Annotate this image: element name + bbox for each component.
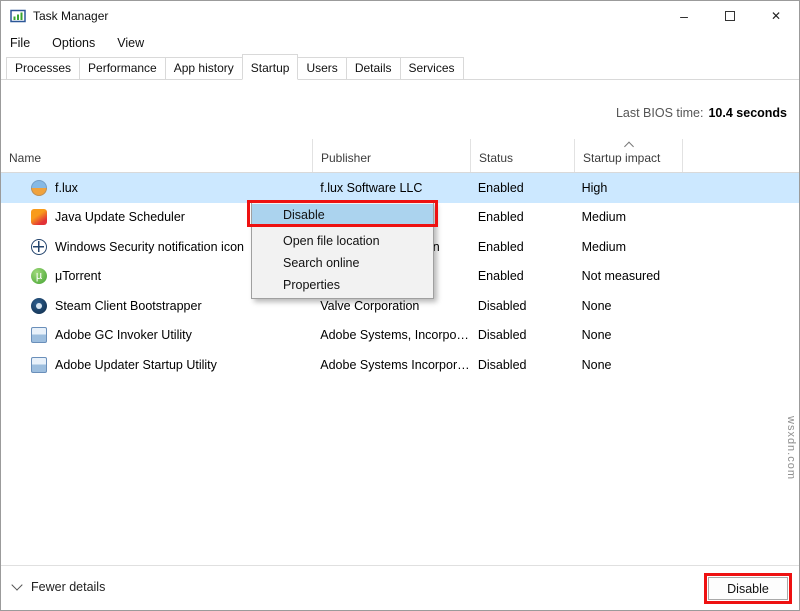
footer-bar: Fewer details Disable bbox=[1, 565, 799, 610]
row-name-label: Steam Client Bootstrapper bbox=[55, 299, 202, 313]
impact-cell: None bbox=[574, 321, 799, 351]
fewer-details-label: Fewer details bbox=[31, 580, 105, 594]
impact-cell: High bbox=[574, 173, 799, 203]
adobe-icon bbox=[31, 327, 47, 343]
column-header-name[interactable]: Name bbox=[1, 139, 313, 172]
utorrent-icon bbox=[31, 268, 47, 284]
flux-icon bbox=[31, 180, 47, 196]
chevron-down-icon bbox=[11, 579, 22, 590]
tab-startup[interactable]: Startup bbox=[242, 54, 299, 80]
impact-cell: None bbox=[574, 350, 799, 380]
adobe-icon bbox=[31, 357, 47, 373]
watermark: wsxdn.com bbox=[785, 416, 797, 480]
bios-label: Last BIOS time: bbox=[616, 106, 704, 120]
impact-cell: None bbox=[574, 291, 799, 321]
menu-item-view[interactable]: View bbox=[117, 36, 144, 50]
tab-bar: ProcessesPerformanceApp historyStartupUs… bbox=[1, 55, 799, 80]
impact-cell: Not measured bbox=[574, 262, 799, 292]
name-cell: Adobe GC Invoker Utility bbox=[1, 321, 312, 351]
impact-cell: Medium bbox=[574, 203, 799, 233]
status-cell: Disabled bbox=[470, 321, 574, 351]
row-name-label: Windows Security notification icon bbox=[55, 240, 244, 254]
tab-users[interactable]: Users bbox=[297, 57, 346, 80]
table-row-adobe-updater-startup-utility[interactable]: Adobe Updater Startup Utility Adobe Syste… bbox=[1, 350, 799, 380]
row-name-label: Adobe GC Invoker Utility bbox=[55, 328, 192, 342]
maximize-button[interactable] bbox=[707, 1, 753, 31]
title-bar: Task Manager bbox=[1, 1, 799, 31]
column-header-filler bbox=[683, 139, 799, 172]
column-header-label: Publisher bbox=[321, 151, 371, 165]
table-row-f-lux[interactable]: f.lux f.lux Software LLCEnabledHigh bbox=[1, 173, 799, 203]
row-name-label: Java Update Scheduler bbox=[55, 210, 185, 224]
context-menu-item-open-file-location[interactable]: Open file location bbox=[252, 230, 433, 252]
disable-button[interactable]: Disable bbox=[708, 577, 788, 600]
close-button[interactable] bbox=[753, 1, 799, 31]
column-header-label: Status bbox=[479, 151, 513, 165]
context-menu-item-search-online[interactable]: Search online bbox=[252, 252, 433, 274]
column-header-publisher[interactable]: Publisher bbox=[313, 139, 471, 172]
tab-processes[interactable]: Processes bbox=[6, 57, 80, 80]
table-header: Name Publisher Status Startup impact bbox=[1, 139, 799, 173]
menu-bar: File Options View bbox=[1, 31, 799, 55]
steam-icon bbox=[31, 298, 47, 314]
task-manager-window: Task Manager File Options View ProcessesPe… bbox=[0, 0, 800, 611]
tab-details[interactable]: Details bbox=[346, 57, 401, 80]
context-menu-item-properties[interactable]: Properties bbox=[252, 274, 433, 296]
tab-app-history[interactable]: App history bbox=[165, 57, 243, 80]
windows-security-icon bbox=[31, 239, 47, 255]
window-controls bbox=[661, 1, 799, 31]
status-cell: Enabled bbox=[470, 262, 574, 292]
column-header-status[interactable]: Status bbox=[471, 139, 575, 172]
status-cell: Enabled bbox=[470, 203, 574, 233]
task-manager-icon bbox=[10, 8, 26, 24]
tab-services[interactable]: Services bbox=[400, 57, 464, 80]
publisher-cell: Adobe Systems Incorpor… bbox=[312, 350, 470, 380]
name-cell: f.lux bbox=[1, 173, 312, 203]
menu-item-options[interactable]: Options bbox=[52, 36, 95, 50]
fewer-details-button[interactable]: Fewer details bbox=[13, 580, 105, 594]
row-name-label: μTorrent bbox=[55, 269, 101, 283]
status-cell: Enabled bbox=[470, 173, 574, 203]
bios-value: 10.4 seconds bbox=[708, 106, 787, 120]
minimize-button[interactable] bbox=[661, 1, 707, 31]
maximize-icon bbox=[725, 11, 735, 21]
publisher-cell: f.lux Software LLC bbox=[312, 173, 470, 203]
last-bios-time: Last BIOS time: 10.4 seconds bbox=[616, 106, 787, 120]
status-cell: Disabled bbox=[470, 350, 574, 380]
publisher-cell: Adobe Systems, Incorpo… bbox=[312, 321, 470, 351]
status-cell: Disabled bbox=[470, 291, 574, 321]
column-header-label: Startup impact bbox=[583, 151, 660, 165]
status-cell: Enabled bbox=[470, 232, 574, 262]
content-area: Last BIOS time: 10.4 seconds Name Publishe… bbox=[1, 80, 799, 565]
column-header-startup-impact[interactable]: Startup impact bbox=[575, 139, 683, 172]
impact-cell: Medium bbox=[574, 232, 799, 262]
window-title: Task Manager bbox=[33, 9, 108, 23]
tab-performance[interactable]: Performance bbox=[79, 57, 166, 80]
name-cell: Adobe Updater Startup Utility bbox=[1, 350, 312, 380]
annotation-box-disable-menu-item bbox=[247, 200, 438, 227]
column-header-label: Name bbox=[9, 151, 41, 165]
menu-item-file[interactable]: File bbox=[10, 36, 30, 50]
annotation-box-disable-button: Disable bbox=[704, 573, 792, 604]
row-name-label: Adobe Updater Startup Utility bbox=[55, 358, 217, 372]
java-icon bbox=[31, 209, 47, 225]
sort-chevron-icon bbox=[624, 142, 634, 152]
row-name-label: f.lux bbox=[55, 181, 78, 195]
table-row-adobe-gc-invoker-utility[interactable]: Adobe GC Invoker Utility Adobe Systems, I… bbox=[1, 321, 799, 351]
